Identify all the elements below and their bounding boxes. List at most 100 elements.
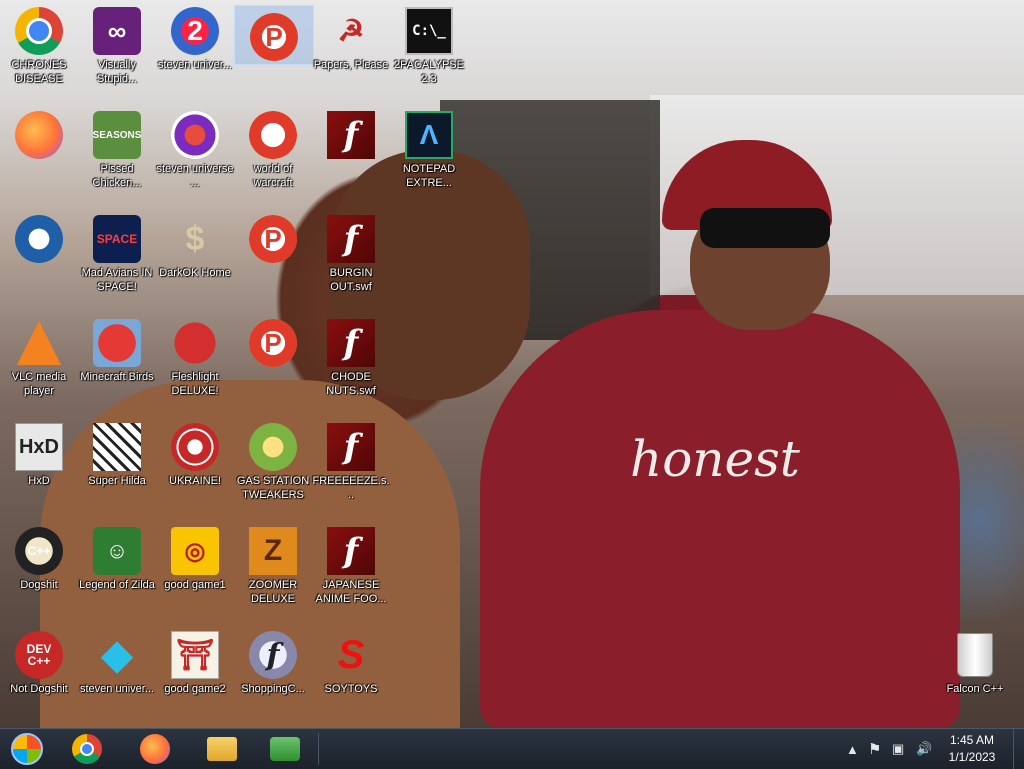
desktop-icon-chode-nuts[interactable]: f CHODE NUTS.swf <box>312 312 390 398</box>
desktop-icon-label: good game1 <box>164 579 226 591</box>
desktop-icon-hxd[interactable]: HxD HxD <box>0 416 78 488</box>
steven-universe-icon: 2 <box>171 7 219 55</box>
red-creature-icon <box>171 319 219 367</box>
pixel-game-icon <box>93 423 141 471</box>
desktop-icon-papers-please[interactable]: ☭ Papers, Please <box>312 0 390 72</box>
desktop-icon-zoomer-deluxe[interactable]: Z ZOOMER DELUXE <box>234 520 312 606</box>
taskbar-firefox[interactable] <box>128 729 182 769</box>
desktop-icon-firefox[interactable] <box>0 104 78 162</box>
desktop-icon-good-game1[interactable]: ◎ good game1 <box>156 520 234 592</box>
peggle-icon: P <box>250 13 298 61</box>
desktop-icon-label: Mad Avians IN SPACE! <box>81 267 153 293</box>
desktop-icon-vlc[interactable]: VLC media player <box>0 312 78 398</box>
desktop-icon-label: SOYTOYS <box>324 683 378 695</box>
desktop-icon-darkok-home[interactable]: $ DarkOK Home <box>156 208 234 280</box>
recycle-bin-icon <box>951 631 999 679</box>
show-desktop-button[interactable] <box>1013 729 1024 769</box>
desktop-icon-obama-logo[interactable] <box>0 208 78 266</box>
desktop-icon-label: Super Hilda <box>88 475 146 487</box>
desktop-icon-falcon-cpp[interactable]: Falcon C++ <box>936 624 1014 696</box>
visual-studio-icon: ∞ <box>93 7 141 55</box>
angry-bird-icon <box>93 319 141 367</box>
desktop-icon-peggle-3[interactable]: P <box>234 312 312 370</box>
desktop-icon-steven-universe-gem[interactable]: steven universe ... <box>156 104 234 190</box>
wallpaper-person-right-hoodie <box>480 310 960 728</box>
system-clock[interactable]: 1:45 AM 1/1/2023 <box>942 732 1002 766</box>
desktop-icon-label: steven univer... <box>80 683 154 695</box>
mahjong-icon: ◎ <box>171 527 219 575</box>
desktop-icon-ukraine[interactable]: UKRAINE! <box>156 416 234 488</box>
windows-logo-icon <box>11 733 43 765</box>
desktop-icon-label: GAS STATION TWEAKERS <box>236 475 310 501</box>
volume-icon[interactable]: 🔊 <box>916 729 932 769</box>
desktop-icon-peggle-1[interactable]: P <box>234 5 314 65</box>
papers-please-icon: ☭ <box>337 14 365 48</box>
flower-icon <box>249 423 297 471</box>
desktop-icon-label: Papers, Please <box>313 59 389 71</box>
cpp-ide-icon: C++ <box>15 527 63 575</box>
desktop-icon-japanese-anime[interactable]: f JAPANESE ANIME FOO... <box>312 520 390 606</box>
desktop-icon-label: ZOOMER DELUXE <box>248 579 298 605</box>
desktop-icon-burgin-out[interactable]: f BURGIN OUT.swf <box>312 208 390 294</box>
desktop-icon-world-of-warcraft[interactable]: world of warcraft <box>234 104 312 190</box>
desktop-icon-steven-universe[interactable]: 2 steven univer... <box>156 0 234 72</box>
desktop-icon-minecraft-birds[interactable]: Minecraft Birds <box>78 312 156 384</box>
desktop-icon-fleshlight-deluxe[interactable]: Fleshlight DELUXE! <box>156 312 234 398</box>
taskbar-network-app[interactable] <box>258 729 312 769</box>
flash-icon: f <box>327 527 375 575</box>
vlc-icon <box>15 319 63 367</box>
desktop-icon-good-game2[interactable]: ⛩ good game2 <box>156 624 234 696</box>
tray-overflow-chevron-icon[interactable]: ▲ <box>846 729 859 769</box>
desktop-icon-visually-stupid[interactable]: ∞ Visually Stupid... <box>78 0 156 86</box>
taskbar-separator <box>318 733 319 765</box>
desktop-icon-super-hilda[interactable]: Super Hilda <box>78 416 156 488</box>
desktop-icon-pissed-chicken[interactable]: SEASONS Pissed Chicken... <box>78 104 156 190</box>
dev-cpp-icon: DEV C++ <box>15 631 63 679</box>
peggle-icon: P <box>249 215 297 263</box>
desktop-icon-legend-of-zilda[interactable]: ☺ Legend of Zilda <box>78 520 156 592</box>
desktop-icon-chrones-disease[interactable]: CHRONES DISEASE <box>0 0 78 86</box>
network-icon[interactable]: ▣ <box>892 729 904 769</box>
desktop-icon-label: Dogshit <box>20 579 58 591</box>
desktop-icon-label: CHODE NUTS.swf <box>326 371 376 397</box>
desktop-icon-label: Minecraft Birds <box>80 371 154 383</box>
peggle-icon <box>249 111 297 159</box>
chrome-icon <box>72 734 102 764</box>
desktop-icon-mad-avians[interactable]: SPACE Mad Avians IN SPACE! <box>78 208 156 294</box>
desktop-icon-soytoys[interactable]: S SOYTOYS <box>312 624 390 696</box>
wallpaper-sunglasses <box>700 208 830 248</box>
start-button[interactable] <box>0 729 54 769</box>
desktop-icon-label: HxD <box>28 475 50 487</box>
desktop-icon-label: Pissed Chicken... <box>92 163 142 189</box>
desktop-icon-not-dogshit[interactable]: DEV C++ Not Dogshit <box>0 624 78 696</box>
angry-birds-seasons-icon: SEASONS <box>93 111 141 159</box>
desktop-icon-notepad-extreme[interactable]: Λ NOTEPAD EXTRE... <box>390 104 468 190</box>
desktop-icon-label: Legend of Zilda <box>79 579 155 591</box>
zuma-icon: Z <box>249 527 297 575</box>
taskbar-file-explorer[interactable] <box>195 729 249 769</box>
desktop-icon-peggle-2[interactable]: P <box>234 208 312 266</box>
desktop-icon-dogshit[interactable]: C++ Dogshit <box>0 520 78 592</box>
desktop-icon-label: 2PACALYPSE 2.3 <box>394 59 464 85</box>
network-people-icon <box>270 737 300 761</box>
shockwave-icon: f <box>249 631 297 679</box>
action-center-flag-icon[interactable]: ⚑ <box>868 729 881 769</box>
desktop-icon-label: NOTEPAD EXTRE... <box>402 163 456 189</box>
desktop-icon-shopping[interactable]: f ShoppingC... <box>234 624 312 696</box>
desktop-icon-steven-diamond[interactable]: ◆ steven univer... <box>78 624 156 696</box>
desktop-icon-label: Fleshlight DELUXE! <box>171 371 219 397</box>
desktop-icon-gas-station-tweakers[interactable]: GAS STATION TWEAKERS <box>234 416 312 502</box>
desktop-icon-flash-swf-1[interactable]: f <box>312 104 390 162</box>
clock-date: 1/1/2023 <box>948 750 996 764</box>
desktop-icon-freeeeeze[interactable]: f FREEEEEZE.s... <box>312 416 390 502</box>
firefox-icon <box>140 734 170 764</box>
desktop-icon-label: world of warcraft <box>253 163 293 189</box>
desktop-icon-2pacalypse[interactable]: C:\_ 2PACALYPSE 2.3 <box>390 0 468 86</box>
money-bag-icon: $ <box>185 219 205 258</box>
desktop-icon-label: UKRAINE! <box>169 475 221 487</box>
desktop-icon-label: Falcon C++ <box>946 683 1004 695</box>
chrome-icon <box>15 7 63 55</box>
flash-icon: f <box>327 319 375 367</box>
taskbar-chrome[interactable] <box>60 729 114 769</box>
flash-icon: f <box>327 215 375 263</box>
